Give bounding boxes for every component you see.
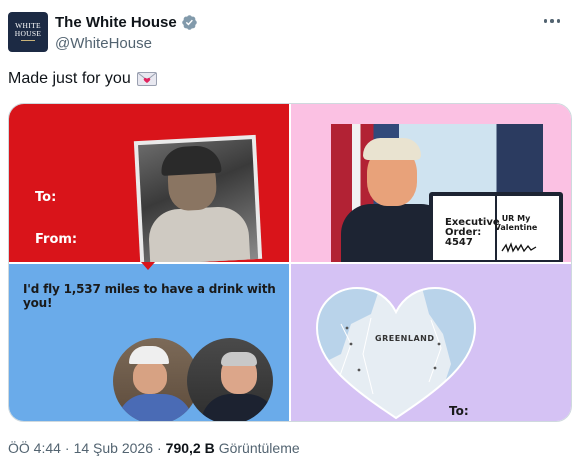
display-name[interactable]: The White House — [55, 14, 177, 31]
valentine-text: UR My Valentine — [494, 214, 538, 232]
more-options-icon[interactable] — [541, 12, 563, 30]
love-letter-icon — [136, 72, 157, 86]
views-label: Görüntüleme — [218, 440, 300, 456]
signature-icon — [501, 242, 537, 253]
card3-headline: I'd fly 1,537 miles to have a drink with… — [23, 282, 276, 310]
valentine-card-4[interactable]: GREENLAND To: — [291, 264, 571, 421]
account-handle[interactable]: @WhiteHouse — [55, 35, 152, 52]
heart-map — [315, 286, 477, 420]
tweet-meta: ÖÖ 4:44 · 14 Şub 2026 · 790,2 B Görüntül… — [8, 440, 300, 456]
avatar[interactable]: WHITE HOUSE — [8, 12, 48, 52]
order-folder: Executive Order: 4547 UR My Valentine — [429, 192, 563, 262]
valentine-card-3[interactable]: I'd fly 1,537 miles to have a drink with… — [9, 264, 289, 421]
avatar-text-2: HOUSE — [14, 28, 42, 38]
photo-circle-right — [187, 338, 273, 421]
views-count: 790,2 B — [165, 440, 215, 456]
tweet-time[interactable]: ÖÖ 4:44 — [8, 440, 61, 456]
card1-from-label: From: — [35, 232, 78, 247]
valentine-card-2[interactable]: Executive Order: 4547 UR My Valentine — [291, 104, 571, 262]
valentine-card-1[interactable]: To: From: — [9, 104, 289, 262]
separator: · — [157, 440, 162, 456]
executive-order-photo: Executive Order: 4547 UR My Valentine — [331, 124, 563, 262]
heart-pin-icon — [141, 262, 155, 270]
separator: · — [64, 440, 70, 456]
tweet-text: Made just for you — [8, 70, 157, 88]
card1-to-label: To: — [35, 190, 57, 205]
pilot-photo — [133, 134, 263, 262]
tweet-body: Made just for you — [8, 70, 131, 87]
card4-to-label: To: — [449, 404, 469, 418]
map-label: GREENLAND — [375, 334, 435, 343]
tweet-date[interactable]: 14 Şub 2026 — [74, 440, 153, 456]
account-name[interactable]: The White House — [55, 14, 198, 31]
avatar-rule — [21, 39, 35, 43]
media-grid[interactable]: To: From: Executive Order: 4547 UR My Va… — [8, 103, 572, 422]
verified-badge-icon — [181, 15, 197, 30]
